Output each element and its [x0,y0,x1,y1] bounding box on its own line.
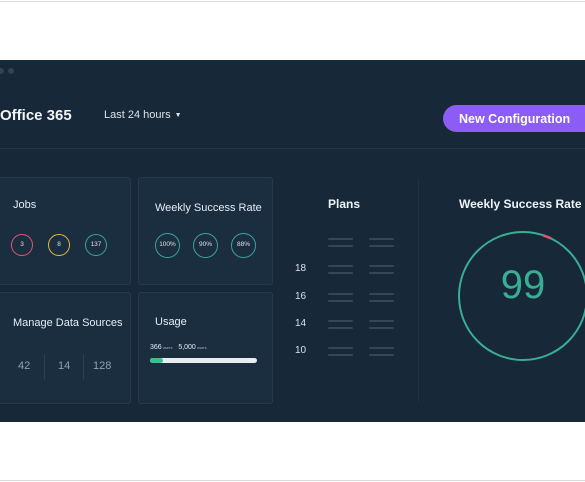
time-range-dropdown[interactable]: Last 24 hours ▼ [104,109,182,121]
plan-number: 18 [295,263,307,274]
plan-placeholder-line [328,354,353,356]
count-separator [44,354,45,380]
data-source-count: 128 [93,360,112,372]
gauge-title: Weekly Success Rate [459,197,582,211]
usage-used: 366 [150,344,162,351]
plan-placeholder-line [369,354,394,356]
plan-number: 16 [295,291,307,302]
top-rule [0,1,585,2]
caret-down-icon: ▼ [174,112,182,119]
gauge-value: 99 [500,263,546,307]
plan-placeholder-line [328,347,353,349]
plan-placeholder-line [369,272,394,274]
job-status-ring: 8 [48,234,70,256]
new-configuration-button[interactable]: New Configuration [443,105,585,132]
plan-placeholder-line [328,320,353,322]
window-dot-icon[interactable] [0,68,4,74]
data-source-count: 42 [18,360,31,372]
usage-card[interactable]: Usage 366users 5,000users [138,292,273,404]
plan-placeholder-line [328,238,353,240]
header: Office 365 Last 24 hours ▼ New Configurat… [0,96,585,146]
plan-placeholder-line [369,238,394,240]
success-rate-ring: 90% [193,233,218,258]
usage-used-unit: users [162,345,173,350]
plan-number: 14 [295,318,307,329]
data-source-counts: 42 14 128 [0,354,132,380]
weekly-success-rate-card[interactable]: Weekly Success Rate 100% 90% 88% [138,177,273,285]
data-sources-title: Manage Data Sources [13,317,123,329]
plan-placeholder-line [328,265,353,267]
plan-placeholder-line [369,245,394,247]
window-dot-icon[interactable] [8,68,14,74]
time-range-label: Last 24 hours [104,109,171,121]
plan-placeholder-line [369,265,394,267]
plan-placeholder-line [328,245,353,247]
plan-placeholder-line [369,293,394,295]
job-status-ring: 3 [11,234,33,256]
plan-placeholder-line [369,300,394,302]
usage-title: Usage [155,316,187,328]
column-separator [418,178,419,402]
plan-placeholder-line [328,327,353,329]
usage-labels: 366users 5,000users [150,344,207,351]
plan-placeholder-line [369,327,394,329]
data-source-count: 14 [58,360,71,372]
success-rate-ring: 100% [155,233,180,258]
jobs-title: Jobs [13,199,37,211]
plan-placeholder-line [369,347,394,349]
plan-placeholder-line [369,320,394,322]
plan-number: 10 [295,345,307,356]
manage-data-sources-card[interactable]: Manage Data Sources 42 14 128 [0,292,131,404]
weekly-success-rate-title: Weekly Success Rate [155,202,262,214]
jobs-card[interactable]: Jobs 3 8 137 [0,177,131,285]
app-title: Office 365 [0,107,72,124]
bottom-rule [0,480,585,481]
usage-progress-fill [150,358,163,363]
usage-total-unit: users [196,345,207,350]
usage-progress-bar [150,358,257,363]
dashboard-window: Office 365 Last 24 hours ▼ New Configurat… [0,60,585,422]
usage-total: 5,000 [178,344,196,351]
header-divider [0,148,585,149]
success-rate-ring: 88% [231,233,256,258]
plan-placeholder-line [328,272,353,274]
job-status-ring: 137 [85,234,107,256]
plans-title: Plans [328,197,361,211]
count-separator [83,354,84,380]
plan-placeholder-line [328,293,353,295]
plan-placeholder-line [328,300,353,302]
